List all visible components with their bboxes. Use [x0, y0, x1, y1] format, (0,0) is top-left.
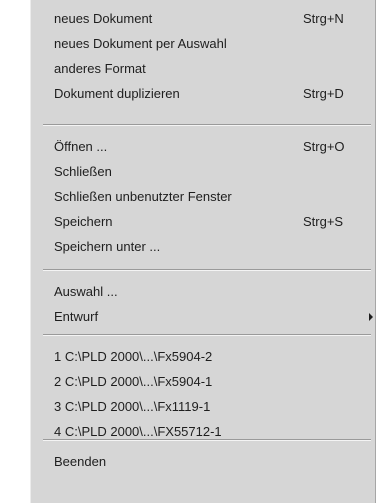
menu-item-label: Speichern unter ... — [54, 239, 161, 254]
menu-item-3-c-pld-2000-fx1119-1[interactable]: 3 C:\PLD 2000\...\Fx1119-1 — [31, 394, 375, 419]
menu-separator — [43, 334, 371, 336]
menu-item-shortcut: Strg+S — [303, 214, 344, 229]
submenu-arrow-icon — [369, 313, 373, 321]
menu-item-label: Speichern — [54, 214, 113, 229]
menu-item-label: 1 C:\PLD 2000\...\Fx5904-2 — [54, 349, 213, 364]
menu-item-2-c-pld-2000-fx5904-1[interactable]: 2 C:\PLD 2000\...\Fx5904-1 — [31, 369, 375, 394]
menu-item-anderes-format[interactable]: anderes Format — [31, 56, 375, 81]
menu-item-label: 3 C:\PLD 2000\...\Fx1119-1 — [54, 399, 211, 414]
menu-item-shortcut: Strg+O — [303, 139, 345, 154]
menu-item-label: Entwurf — [54, 309, 99, 324]
menu-item-auswahl[interactable]: Auswahl ... — [31, 279, 375, 304]
menu-item-label: 2 C:\PLD 2000\...\Fx5904-1 — [54, 374, 213, 389]
menu-item-label: Auswahl ... — [54, 284, 118, 299]
menu-item-label: neues Dokument per Auswahl — [54, 36, 227, 51]
menu-item-speichern[interactable]: Speichern Strg+S — [31, 209, 375, 234]
menu-item-label: anderes Format — [54, 61, 146, 76]
file-menu: neues Dokument Strg+N neues Dokument per A… — [30, 0, 376, 503]
menu-item-oeffnen[interactable]: Öffnen ... Strg+O — [31, 134, 375, 159]
menu-separator — [43, 124, 371, 126]
menu-item-label: Schließen — [54, 164, 112, 179]
menu-separator — [43, 439, 371, 441]
menu-item-1-c-pld-2000-fx5904-2[interactable]: 1 C:\PLD 2000\...\Fx5904-2 — [31, 344, 375, 369]
menu-item-speichern-unter[interactable]: Speichern unter ... — [31, 234, 375, 259]
menu-item-shortcut: Strg+D — [303, 86, 344, 101]
menu-item-dokument-duplizieren[interactable]: Dokument duplizieren Strg+D — [31, 81, 375, 106]
menu-item-beenden[interactable]: Beenden — [31, 449, 375, 474]
menu-item-schliessen-unbenutzter-fenster[interactable]: Schließen unbenutzter Fenster — [31, 184, 375, 209]
menu-item-entwurf[interactable]: Entwurf — [31, 304, 375, 329]
menu-item-neues-dokument-per-auswahl[interactable]: neues Dokument per Auswahl — [31, 31, 375, 56]
menu-item-shortcut: Strg+N — [303, 11, 344, 26]
menu-item-label: neues Dokument — [54, 11, 153, 26]
menu-item-neues-dokument[interactable]: neues Dokument Strg+N — [31, 6, 375, 31]
menu-item-label: Schließen unbenutzter Fenster — [54, 189, 232, 204]
menu-item-label: Öffnen ... — [54, 139, 108, 154]
menu-item-label: Dokument duplizieren — [54, 86, 180, 101]
menu-item-schliessen[interactable]: Schließen — [31, 159, 375, 184]
menu-separator — [43, 269, 371, 271]
menu-item-label: Beenden — [54, 454, 107, 469]
